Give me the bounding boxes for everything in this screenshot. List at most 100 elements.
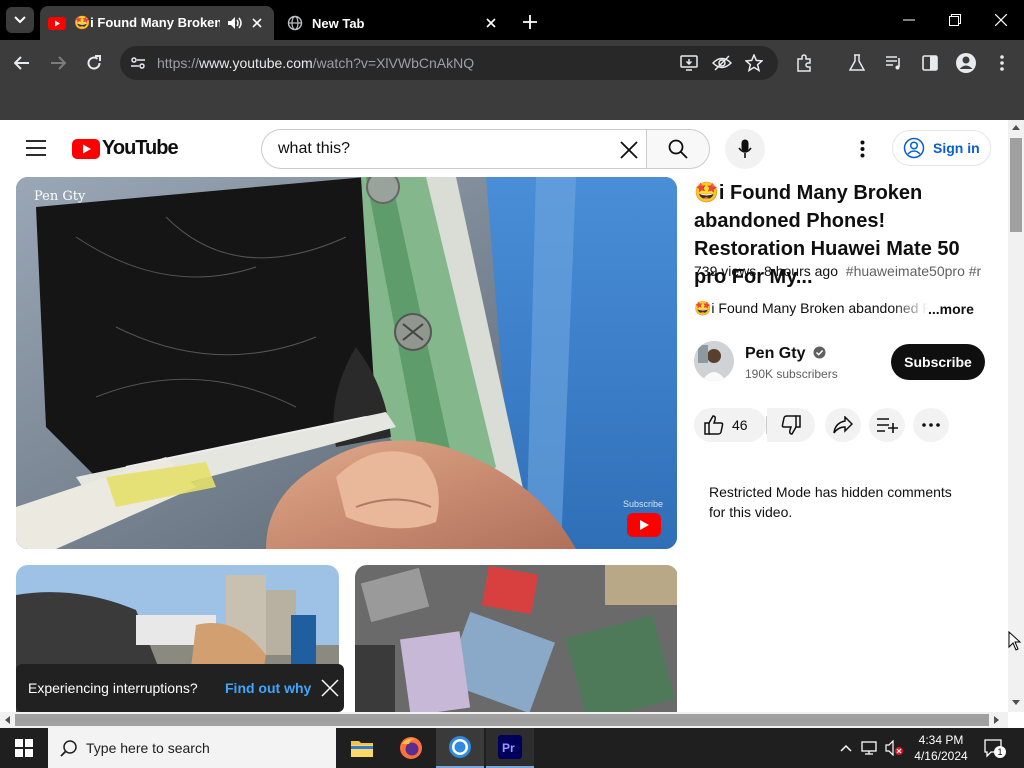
file-explorer-app[interactable] <box>338 728 386 768</box>
youtube-watermark-icon[interactable] <box>627 513 661 537</box>
youtube-header: YouTube what this? Sign in <box>0 120 1008 176</box>
search-query-text: what this? <box>278 140 351 157</box>
side-panel-button[interactable] <box>916 49 944 77</box>
premiere-pro-icon: Pr <box>498 735 522 759</box>
dislike-button[interactable] <box>767 408 815 442</box>
close-window-button[interactable] <box>978 6 1024 34</box>
restore-icon <box>949 14 961 26</box>
channel-avatar[interactable] <box>694 341 734 381</box>
reload-button[interactable] <box>80 49 108 77</box>
account-circle-icon <box>956 53 976 73</box>
profile-button[interactable] <box>952 49 980 77</box>
url-text: https://www.youtube.com/watch?v=XlVWbCnA… <box>157 55 474 71</box>
share-button[interactable] <box>825 408 861 442</box>
chevron-down-icon <box>14 16 26 24</box>
settings-more-icon[interactable] <box>860 140 865 163</box>
sign-in-button[interactable]: Sign in <box>892 130 991 166</box>
channel-name-text: Pen Gty <box>745 345 806 362</box>
youtube-page: YouTube what this? Sign in Pen Gty Subsc… <box>0 120 1008 712</box>
forward-button[interactable] <box>44 49 72 77</box>
voice-search-button[interactable] <box>725 129 765 169</box>
channel-name[interactable]: Pen Gty <box>745 345 826 363</box>
clock-date: 4/16/2024 <box>914 749 968 763</box>
flask-icon <box>849 54 865 71</box>
address-bar[interactable]: https://www.youtube.com/watch?v=XlVWbCnA… <box>120 46 778 80</box>
like-count: 46 <box>732 417 748 433</box>
start-button[interactable] <box>0 728 48 768</box>
hamburger-menu-icon[interactable] <box>26 140 46 161</box>
more-actions-button[interactable] <box>913 408 949 442</box>
volume-button[interactable] <box>884 738 904 758</box>
subscribe-label: Subscribe <box>904 354 972 370</box>
video-meta: 739 views 8 hours ago #huaweimate50pro #… <box>694 263 994 279</box>
thumbs-down-icon <box>781 415 801 435</box>
view-count: 739 views <box>694 263 757 279</box>
browser-menu-button[interactable] <box>988 49 1016 77</box>
youtube-wordmark: YouTube <box>102 137 179 159</box>
more-button[interactable]: ...more <box>928 301 974 317</box>
arrow-left-icon <box>14 56 29 70</box>
labs-button[interactable] <box>843 49 871 77</box>
close-toast-icon[interactable] <box>320 678 340 698</box>
network-icon <box>861 741 877 755</box>
scroll-down-icon[interactable] <box>1012 700 1020 706</box>
related-video-thumbnail[interactable] <box>355 565 678 712</box>
vertical-scroll-thumb[interactable] <box>1010 138 1022 232</box>
youtube-play-logo-icon <box>72 138 100 159</box>
close-tab-icon[interactable] <box>248 14 266 32</box>
speaker-icon[interactable] <box>226 14 244 32</box>
scroll-left-icon[interactable] <box>4 716 10 724</box>
horizontal-scrollbar[interactable] <box>0 712 1008 728</box>
search-input[interactable]: what this? <box>261 129 647 169</box>
like-button[interactable]: 46 <box>694 408 766 442</box>
site-info-icon[interactable] <box>130 55 146 76</box>
toast-message: Experiencing interruptions? <box>28 680 198 696</box>
extensions-button[interactable] <box>790 49 818 77</box>
url-host: www.youtube.com <box>199 55 313 71</box>
taskbar-search-box[interactable]: Type here to search <box>48 728 336 768</box>
playlist-add-icon <box>877 418 898 433</box>
description-preview[interactable]: 🤩i Found Many Broken abandoned P...more <box>694 300 984 317</box>
close-tab-icon[interactable] <box>482 14 500 32</box>
browser-toolbar: https://www.youtube.com/watch?v=XlVWbCnA… <box>0 40 1024 112</box>
eye-off-icon[interactable] <box>711 54 733 77</box>
save-to-playlist-button[interactable] <box>869 408 905 442</box>
taskbar-clock[interactable]: 4:34 PM 4/16/2024 <box>906 732 976 764</box>
video-player[interactable]: Pen Gty Subscribe <box>16 177 677 549</box>
tab-new-tab[interactable]: New Tab <box>278 6 508 40</box>
install-app-icon[interactable] <box>680 54 698 77</box>
restore-window-button[interactable] <box>932 6 978 34</box>
more-vert-icon <box>1000 55 1004 71</box>
horizontal-scroll-thumb[interactable] <box>15 714 989 726</box>
premiere-pro-app[interactable]: Pr <box>486 728 534 768</box>
folder-icon <box>351 741 373 757</box>
media-control-button[interactable] <box>880 49 908 77</box>
new-tab-button[interactable] <box>518 10 542 34</box>
back-button[interactable] <box>8 49 36 77</box>
scroll-right-icon[interactable] <box>994 716 1000 724</box>
clear-search-icon[interactable] <box>620 141 638 164</box>
clock-time: 4:34 PM <box>918 733 964 747</box>
chrome-app[interactable] <box>436 728 484 768</box>
firefox-app[interactable] <box>387 728 435 768</box>
find-out-why-link[interactable]: Find out why <box>225 680 311 696</box>
search-button[interactable] <box>646 129 710 169</box>
windows-taskbar: Type here to search Pr 4:34 PM 4/16/2024… <box>0 728 1024 768</box>
network-status-button[interactable] <box>860 738 880 758</box>
tab-search-button[interactable] <box>6 7 34 33</box>
upload-age: 8 hours ago <box>764 263 838 279</box>
subscribe-button[interactable]: Subscribe <box>891 344 985 380</box>
search-icon <box>60 740 77 757</box>
firefox-icon <box>400 737 422 759</box>
minimize-window-button[interactable] <box>886 6 932 34</box>
bookmark-star-icon[interactable] <box>744 53 764 77</box>
scroll-up-icon[interactable] <box>1012 124 1020 130</box>
youtube-logo[interactable]: YouTube <box>72 137 179 160</box>
show-hidden-icons-button[interactable] <box>836 738 856 758</box>
vertical-scrollbar[interactable] <box>1008 120 1024 712</box>
video-subscribe-overlay[interactable]: Subscribe <box>623 499 663 509</box>
hashtags[interactable]: #huaweimate50pro #r <box>846 263 981 279</box>
tab-youtube-video[interactable]: 🤩i Found Many Broken ab <box>40 6 274 40</box>
notification-center-button[interactable]: 1 <box>982 738 1006 758</box>
toolbar-spacer <box>0 86 1024 120</box>
